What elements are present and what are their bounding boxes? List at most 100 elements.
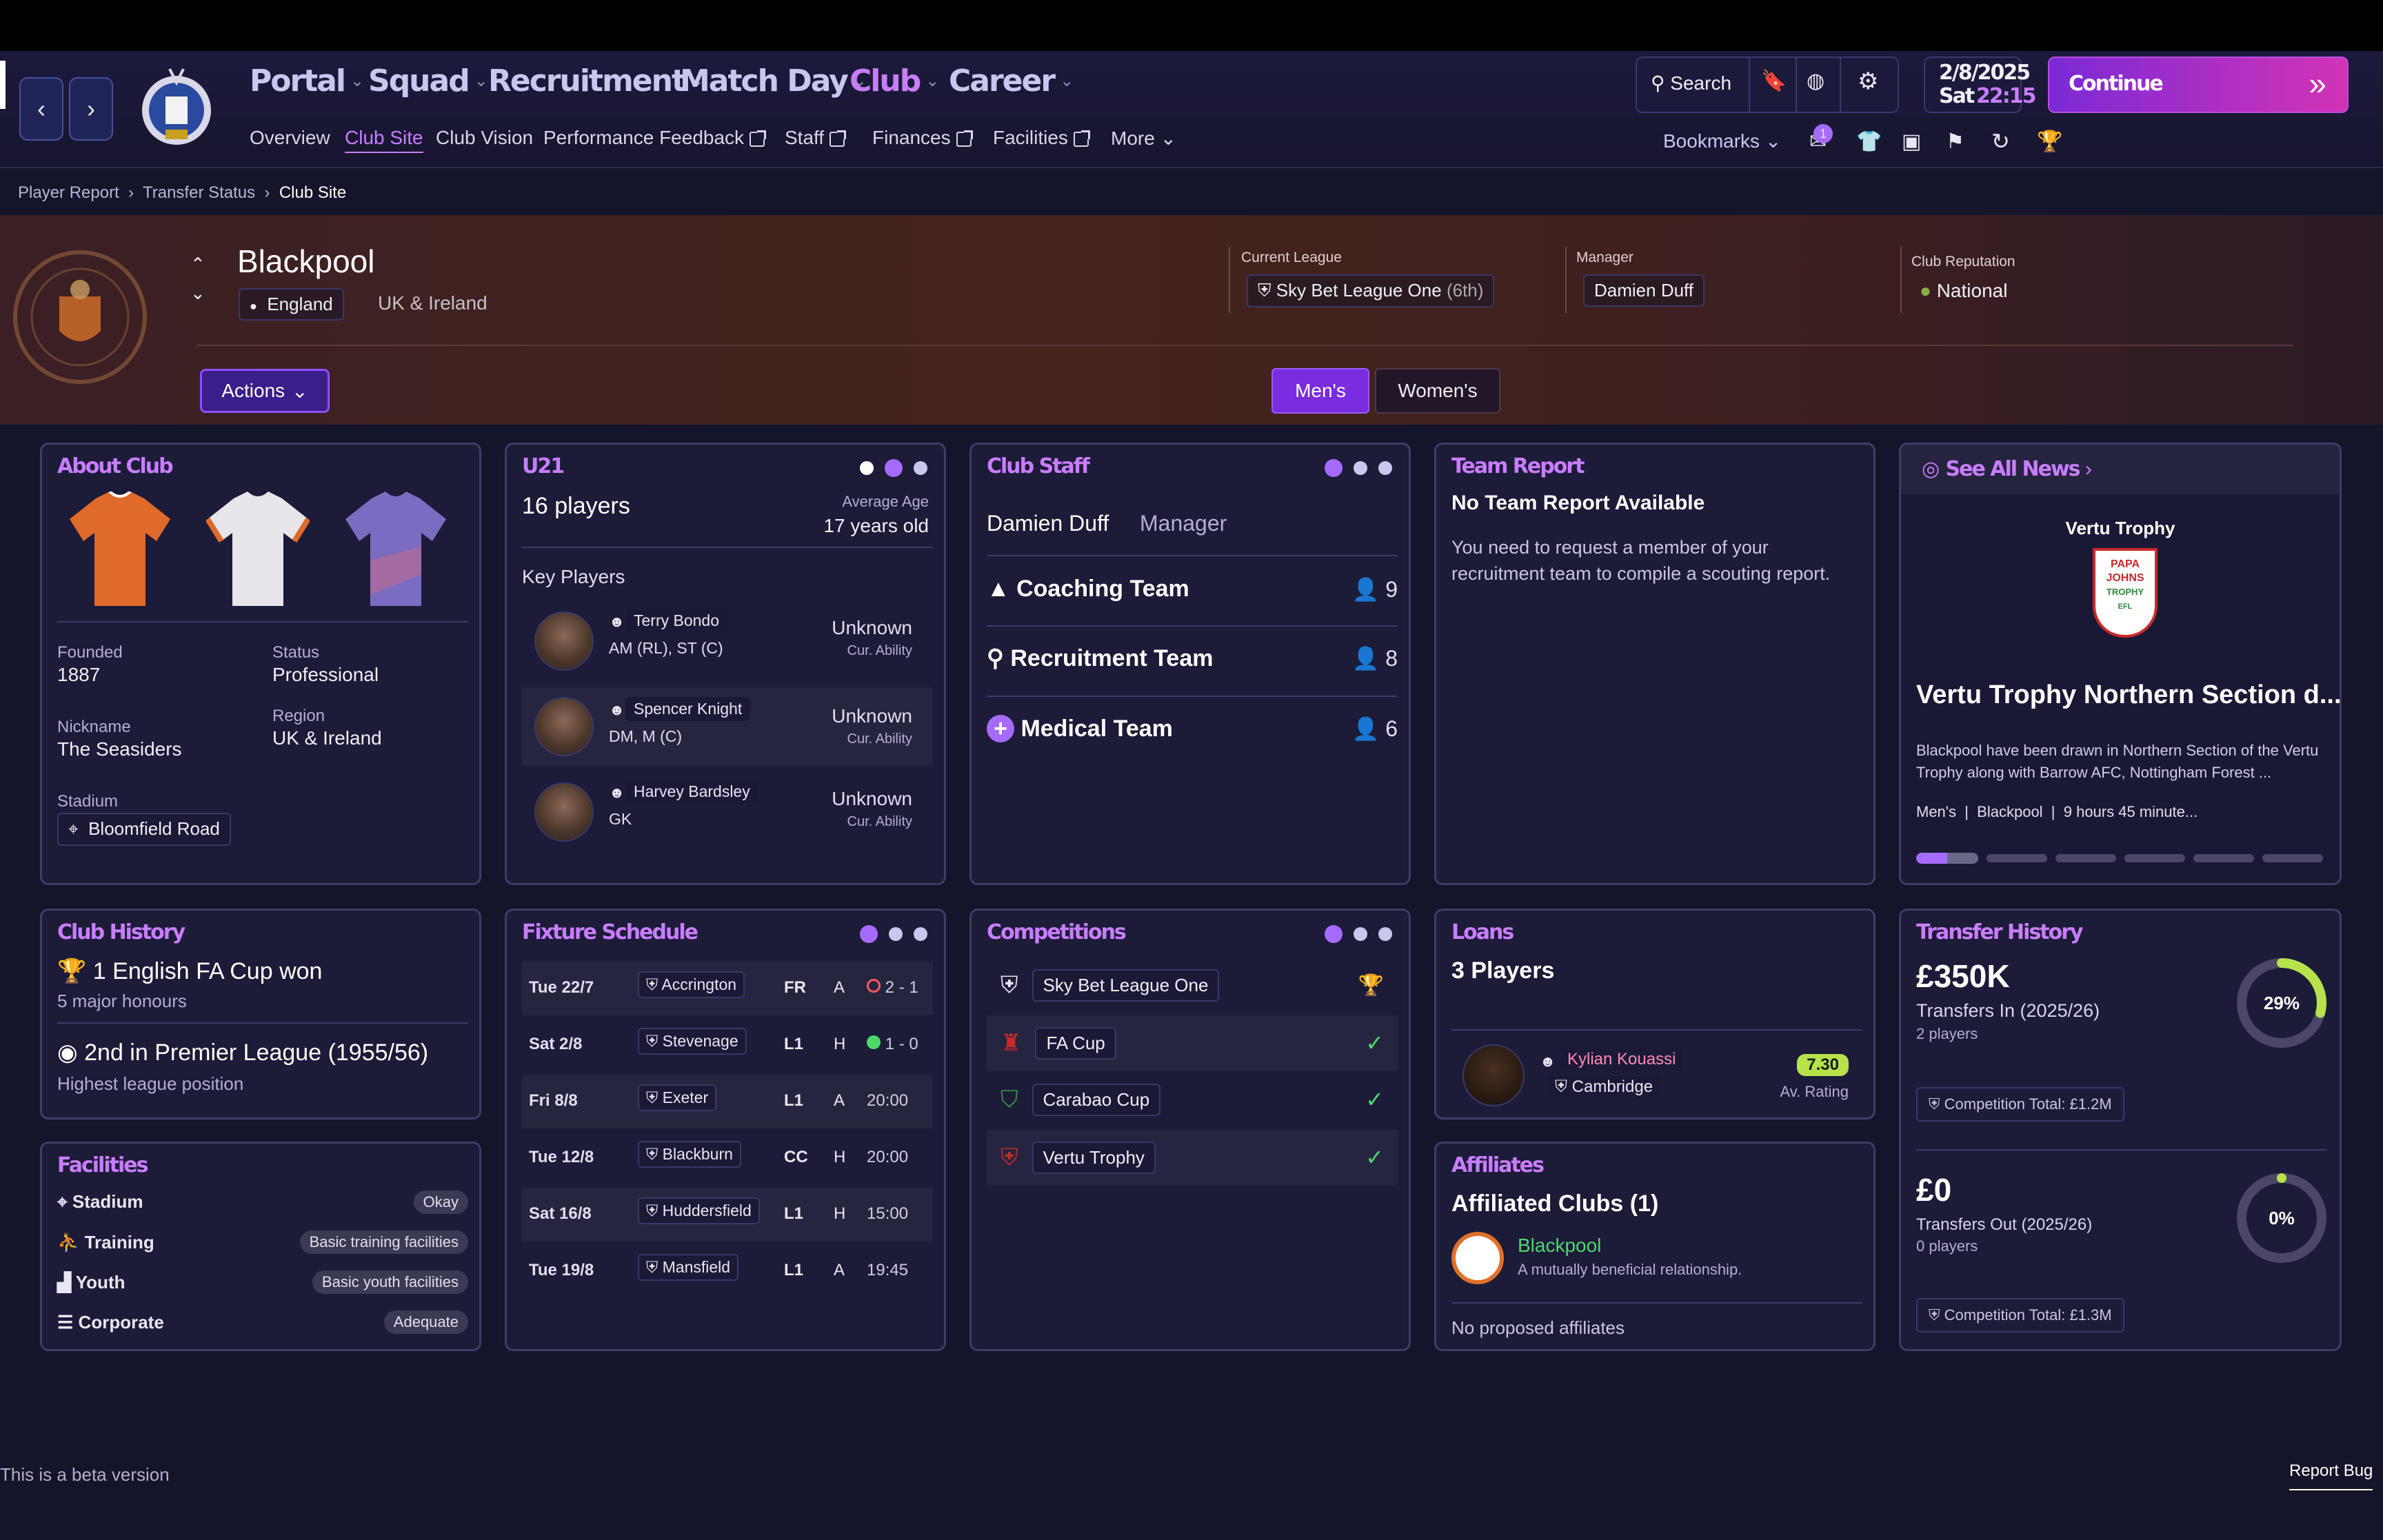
fixture-competition: L1 — [784, 1091, 804, 1110]
pager-dot[interactable] — [1325, 925, 1343, 943]
bookmark-icon[interactable]: 🔖 — [1761, 69, 1787, 93]
fixture-row[interactable]: Tue 12/8 ⛨ Blackburn CC H 20:00 — [522, 1131, 933, 1185]
pager-dot[interactable] — [860, 461, 874, 475]
manager-chip[interactable]: Damien Duff — [1583, 274, 1705, 307]
back-button[interactable]: ‹ — [19, 77, 63, 141]
brain-icon[interactable]: ◍ — [1807, 69, 1824, 93]
away-kit[interactable] — [205, 492, 311, 614]
subnav-facilities[interactable]: Facilities — [993, 127, 1090, 149]
subnav-club-site[interactable]: Club Site — [345, 127, 423, 153]
fixture-row[interactable]: Fri 8/8 ⛨ Exeter L1 A 20:00 — [522, 1075, 933, 1128]
manager-name[interactable]: Damien Duff — [987, 511, 1109, 536]
pager-dots[interactable] — [860, 459, 927, 477]
pager-dot[interactable] — [1378, 927, 1392, 941]
loan-player-row[interactable]: ☻ Kylian Kouassi ⛨ Cambridge 7.30 Av. Ra… — [1451, 1039, 1862, 1111]
trophy-icon[interactable]: 🏆 — [2037, 130, 2062, 154]
pager-dot[interactable] — [1378, 461, 1392, 475]
nav-match-day[interactable]: Match Day ⌄ — [680, 63, 867, 99]
fixture-row[interactable]: Tue 19/8 ⛨ Mansfield L1 A 19:45 — [522, 1244, 933, 1298]
news-headline[interactable]: Vertu Trophy Northern Section d... — [1916, 680, 2340, 710]
previous-club-button[interactable]: ⌃ — [190, 254, 205, 275]
subnav-performance-feedback[interactable]: Performance Feedback — [543, 127, 767, 149]
affiliate-crest[interactable] — [1451, 1232, 1504, 1284]
shirt-icon[interactable]: 👕 — [1856, 130, 1882, 154]
fixture-row[interactable]: Tue 22/7 ⛨ Accrington FR A 2 - 1 — [522, 962, 933, 1015]
carousel-segment[interactable] — [2193, 854, 2254, 862]
see-all-news-link[interactable]: ◎ See All News › — [1922, 457, 2092, 481]
facility-row[interactable]: ⌖ Stadium Okay — [57, 1191, 468, 1214]
nav-portal[interactable]: Portal ⌄ — [250, 63, 364, 99]
pager-dots[interactable] — [1325, 459, 1392, 477]
competition-row[interactable]: ⛨ Vertu Trophy ✓ — [987, 1130, 1398, 1185]
pager-dot[interactable] — [914, 927, 927, 941]
notes-icon[interactable]: ▣ — [1902, 130, 1921, 154]
refresh-icon[interactable]: ↻ — [1991, 128, 2010, 154]
nav-recruitment[interactable]: Recruitment ⌄ — [488, 63, 704, 99]
pager-dots[interactable] — [860, 925, 927, 943]
pager-dot[interactable] — [885, 459, 903, 477]
pager-dot[interactable] — [860, 925, 878, 943]
medical-team-row[interactable]: + Medical Team 👤 6 — [987, 715, 1398, 742]
pager-dot[interactable] — [1354, 927, 1367, 941]
mens-tab[interactable]: Men's — [1271, 368, 1369, 414]
carousel-segment[interactable] — [2262, 854, 2323, 862]
nav-squad[interactable]: Squad ⌄ — [368, 63, 488, 99]
nickname-value: The Seasiders — [57, 738, 182, 760]
competition-row[interactable]: ⛉ Carabao Cup ✓ — [987, 1072, 1398, 1127]
nav-career[interactable]: Career ⌄ — [949, 63, 1074, 99]
subnav-overview[interactable]: Overview — [250, 127, 330, 149]
nation-chip[interactable]: ● England — [239, 288, 344, 321]
medical-cross-icon: + — [987, 715, 1014, 742]
facility-row[interactable]: ▟ Youth Basic youth facilities — [57, 1270, 468, 1294]
fixture-row[interactable]: Sat 2/8 ⛨ Stevenage L1 H 1 - 0 — [522, 1018, 933, 1072]
actions-button[interactable]: Actions ⌄ — [200, 369, 330, 413]
facility-row[interactable]: ⛹ Training Basic training facilities — [57, 1230, 468, 1254]
pager-dot[interactable] — [1325, 459, 1343, 477]
user-club-crest[interactable] — [138, 62, 215, 153]
key-player-row[interactable]: ☻ Harvey Bardsley GK Unknown Cur. Abilit… — [522, 770, 933, 850]
key-player-row[interactable]: ☻ Terry Bondo AM (RL), ST (C) Unknown Cu… — [522, 599, 933, 679]
subnav-finances[interactable]: Finances — [872, 127, 973, 149]
fixture-row[interactable]: Sat 16/8 ⛨ Huddersfield L1 H 15:00 — [522, 1188, 933, 1242]
facility-row[interactable]: ☰ Corporate Adequate — [57, 1310, 468, 1334]
divider — [1796, 58, 1797, 112]
carousel-segment[interactable] — [2055, 854, 2116, 862]
nav-club[interactable]: Club ⌄ — [849, 63, 939, 99]
next-club-button[interactable]: ⌄ — [190, 283, 205, 304]
tactics-icon[interactable]: ⚑ — [1946, 130, 1964, 154]
search-button[interactable]: ⚲ Search — [1651, 72, 1731, 94]
third-kit[interactable] — [344, 492, 448, 614]
key-player-row[interactable]: ☻ Spencer Knight DM, M (C) Unknown Cur. … — [522, 687, 933, 766]
gear-icon[interactable]: ⚙ — [1858, 68, 1878, 95]
stadium-chip[interactable]: ⌖ Bloomfield Road — [57, 813, 231, 846]
subnav-staff[interactable]: Staff — [785, 127, 847, 149]
inbox-badge: 1 — [1813, 124, 1833, 143]
carousel-segment[interactable] — [1987, 854, 2047, 862]
subnav-club-vision[interactable]: Club Vision — [436, 127, 533, 149]
bookmarks-dropdown[interactable]: Bookmarks ⌄ — [1663, 130, 1781, 152]
forward-button[interactable]: › — [69, 77, 113, 141]
carousel-segment[interactable] — [2124, 854, 2185, 862]
breadcrumb-player-report[interactable]: Player Report — [18, 183, 119, 202]
subnav-more[interactable]: More ⌄ — [1111, 127, 1176, 150]
recruitment-team-row[interactable]: ⚲ Recruitment Team 👤 8 — [987, 645, 1398, 672]
womens-tab[interactable]: Women's — [1375, 368, 1500, 414]
pager-dots[interactable] — [1325, 925, 1392, 943]
home-kit[interactable] — [68, 490, 172, 614]
fixture-competition: L1 — [784, 1261, 804, 1279]
pager-dot[interactable] — [1354, 461, 1367, 475]
carousel-segment-active[interactable] — [1916, 853, 1978, 864]
breadcrumb-transfer-status[interactable]: Transfer Status — [143, 183, 255, 202]
news-carousel-indicator[interactable] — [1916, 853, 2323, 864]
competition-row[interactable]: ⛨ Sky Bet League One 🏆 — [987, 958, 1398, 1013]
affiliate-club-name[interactable]: Blackpool — [1518, 1235, 1601, 1257]
competition-row[interactable]: ♜ FA Cup ✓ — [987, 1015, 1398, 1071]
pager-dot[interactable] — [889, 927, 903, 941]
coaching-team-row[interactable]: ▲ Coaching Team 👤 9 — [987, 576, 1398, 602]
fixture-opponent: ⛨ Exeter — [638, 1084, 717, 1111]
pager-dot[interactable] — [914, 461, 927, 475]
team-report-card: Team Report No Team Report Available You… — [1434, 443, 1876, 885]
league-chip[interactable]: ⛨ Sky Bet League One (6th) — [1247, 274, 1495, 307]
report-bug-link[interactable]: Report Bug — [2289, 1461, 2373, 1490]
continue-button[interactable]: Continue » — [2048, 57, 2349, 113]
